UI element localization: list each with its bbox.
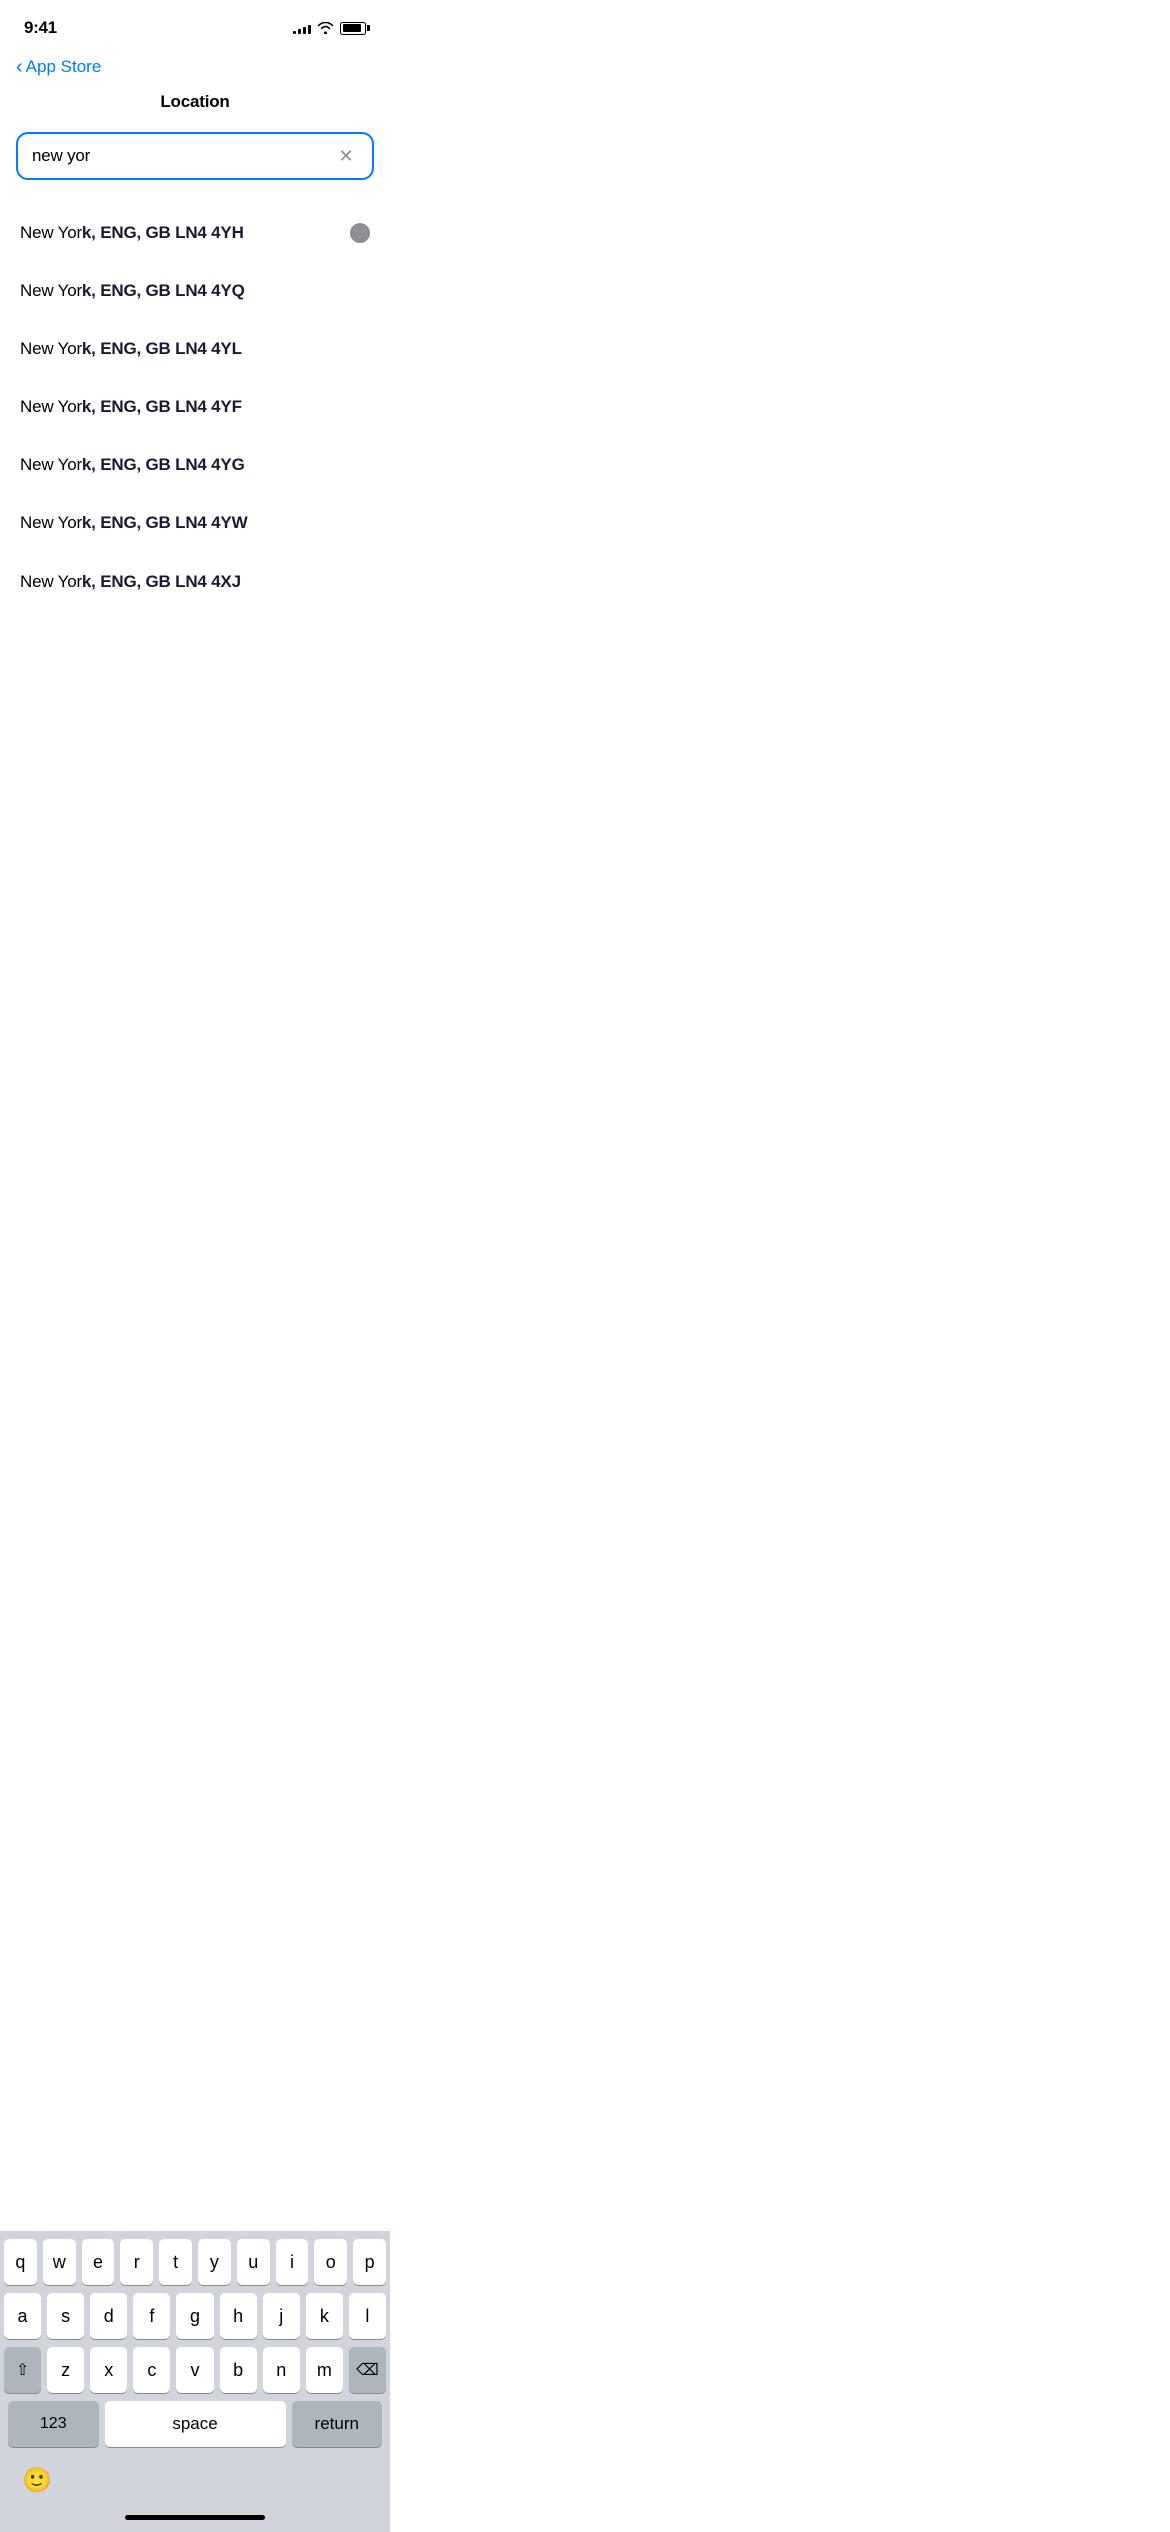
key-u[interactable]: u	[237, 2239, 270, 2285]
key-r[interactable]: r	[120, 2239, 153, 2285]
key-t[interactable]: t	[159, 2239, 192, 2285]
key-z[interactable]: z	[47, 2347, 84, 2393]
wifi-icon	[317, 22, 334, 34]
list-item[interactable]: New York, ENG, GB LN4 4YF	[0, 378, 390, 436]
key-a[interactable]: a	[4, 2293, 41, 2339]
key-n[interactable]: n	[263, 2347, 300, 2393]
list-item[interactable]: New York, ENG, GB LN4 4YG	[0, 436, 390, 494]
results-list: New York, ENG, GB LN4 4YH New York, ENG,…	[0, 196, 390, 619]
key-p[interactable]: p	[353, 2239, 386, 2285]
status-bar: 9:41	[0, 0, 390, 48]
keyboard-row-1: q w e r t y u i o p	[4, 2239, 386, 2285]
key-v[interactable]: v	[176, 2347, 213, 2393]
keyboard-extra-row: 🙂	[4, 2455, 386, 2509]
search-container: ✕	[0, 124, 390, 196]
list-item[interactable]: New York, ENG, GB LN4 4YQ	[0, 262, 390, 320]
status-icons	[293, 22, 366, 35]
list-item[interactable]: New York, ENG, GB LN4 4YW	[0, 494, 390, 552]
key-d[interactable]: d	[90, 2293, 127, 2339]
result-text: New York, ENG, GB LN4 4YW	[20, 512, 247, 534]
result-dot-indicator	[350, 223, 370, 243]
result-text: New York, ENG, GB LN4 4YQ	[20, 280, 245, 302]
keyboard: q w e r t y u i o p a s d f g h j k l ⇧ …	[0, 2231, 390, 2532]
key-o[interactable]: o	[314, 2239, 347, 2285]
key-h[interactable]: h	[220, 2293, 257, 2339]
page-title: Location	[160, 92, 229, 112]
key-x[interactable]: x	[90, 2347, 127, 2393]
clear-button[interactable]: ✕	[334, 144, 358, 168]
key-i[interactable]: i	[276, 2239, 309, 2285]
list-item[interactable]: New York, ENG, GB LN4 4YH	[0, 204, 390, 262]
signal-icon	[293, 22, 311, 34]
numbers-key[interactable]: 123	[8, 2401, 99, 2447]
return-key[interactable]: return	[292, 2401, 383, 2447]
key-y[interactable]: y	[198, 2239, 231, 2285]
key-j[interactable]: j	[263, 2293, 300, 2339]
back-label: App Store	[26, 57, 102, 77]
keyboard-row-3: ⇧ z x c v b n m ⌫	[4, 2347, 386, 2393]
search-input[interactable]	[32, 146, 326, 166]
emoji-button[interactable]: 🙂	[16, 2459, 58, 2501]
key-q[interactable]: q	[4, 2239, 37, 2285]
result-text: New York, ENG, GB LN4 4YF	[20, 396, 242, 418]
key-m[interactable]: m	[306, 2347, 343, 2393]
keyboard-row-4: 123 space return	[4, 2401, 386, 2447]
search-box: ✕	[16, 132, 374, 180]
key-b[interactable]: b	[220, 2347, 257, 2393]
key-e[interactable]: e	[82, 2239, 115, 2285]
back-button[interactable]: ‹ App Store	[16, 57, 101, 77]
result-text: New York, ENG, GB LN4 4YG	[20, 454, 245, 476]
back-navigation: ‹ App Store	[0, 48, 390, 84]
result-text: New York, ENG, GB LN4 4YL	[20, 338, 242, 360]
nav-bar: Location	[0, 84, 390, 124]
key-l[interactable]: l	[349, 2293, 386, 2339]
status-time: 9:41	[24, 18, 57, 38]
result-text: New York, ENG, GB LN4 4YH	[20, 222, 244, 244]
space-key[interactable]: space	[105, 2401, 286, 2447]
key-s[interactable]: s	[47, 2293, 84, 2339]
key-c[interactable]: c	[133, 2347, 170, 2393]
key-w[interactable]: w	[43, 2239, 76, 2285]
key-f[interactable]: f	[133, 2293, 170, 2339]
key-k[interactable]: k	[306, 2293, 343, 2339]
list-item[interactable]: New York, ENG, GB LN4 4YL	[0, 320, 390, 378]
home-indicator	[125, 2515, 265, 2520]
back-chevron-icon: ‹	[16, 57, 23, 77]
delete-key[interactable]: ⌫	[349, 2347, 386, 2393]
battery-icon	[340, 22, 366, 35]
list-item[interactable]: New York, ENG, GB LN4 4XJ	[0, 553, 390, 611]
shift-key[interactable]: ⇧	[4, 2347, 41, 2393]
key-g[interactable]: g	[176, 2293, 213, 2339]
keyboard-row-2: a s d f g h j k l	[4, 2293, 386, 2339]
result-text: New York, ENG, GB LN4 4XJ	[20, 571, 241, 593]
